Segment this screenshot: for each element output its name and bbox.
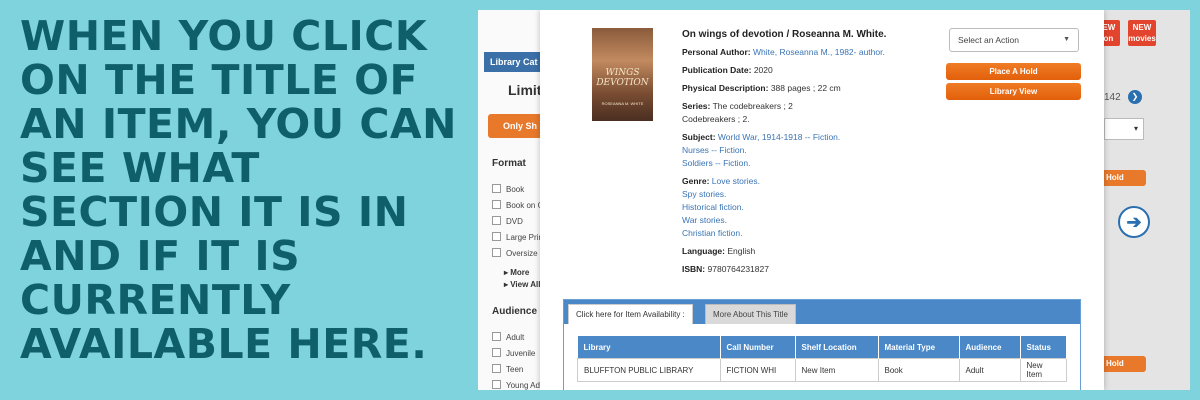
table-cell: Book — [877, 358, 960, 382]
table-cell: FICTION WHI — [719, 358, 796, 382]
tab-more-about-title[interactable]: More About This Title — [705, 304, 796, 324]
checkbox[interactable] — [492, 348, 501, 357]
place-hold-button[interactable]: Place A Hold — [946, 63, 1081, 80]
column-header: Library — [577, 336, 721, 359]
subject-link[interactable]: World War, 1914-1918 -- Fiction. — [718, 132, 840, 142]
background-sidebar: Library Cat Limit S Only Sh Format Book … — [478, 10, 555, 390]
physical-description-field: Physical Description: 388 pages ; 22 cm — [682, 83, 841, 93]
audience-heading: Audience — [492, 306, 538, 317]
table-cell: Adult — [958, 358, 1021, 382]
subject-field: Subject: World War, 1914-1918 -- Fiction… — [682, 132, 841, 168]
genre-link[interactable]: Love stories. — [712, 176, 760, 186]
select-action-dropdown[interactable]: Select an Action ▼ — [949, 28, 1079, 52]
view-all-link[interactable]: ▸ View All — [504, 280, 540, 289]
format-option[interactable]: DVD — [492, 216, 523, 226]
column-header: Shelf Location — [795, 336, 879, 359]
availability-tabs: Click here for Item Availability : More … — [564, 300, 1080, 324]
column-header: Audience — [959, 336, 1021, 359]
table-row: BLUFFTON PUBLIC LIBRARY FICTION WHI New … — [577, 358, 1067, 382]
table-cell: New Item — [1019, 358, 1067, 382]
catalog-screenshot: Library Cat Limit S Only Sh Format Book … — [478, 10, 1190, 390]
checkbox[interactable] — [492, 248, 501, 257]
table-header-row: Library Call Number Shelf Location Mater… — [577, 336, 1067, 359]
sort-select[interactable]: ▾ — [1104, 118, 1144, 140]
record-detail-modal: WINGS DEVOTION ROSEANNA M. WHITE On wings… — [540, 10, 1104, 390]
audience-option[interactable]: Young Adu — [492, 380, 544, 390]
audience-option[interactable]: Juvenile — [492, 348, 535, 358]
publication-date-field: Publication Date: 2020 — [682, 65, 773, 75]
column-header: Material Type — [878, 336, 960, 359]
format-option[interactable]: Book — [492, 184, 524, 194]
audience-option[interactable]: Teen — [492, 364, 523, 374]
genre-link[interactable]: Spy stories. — [682, 189, 726, 199]
series-field: Series: The codebreakers ; 2 Codebreakers… — [682, 101, 793, 124]
table-cell: New Item — [794, 358, 879, 382]
checkbox[interactable] — [492, 200, 501, 209]
checkbox[interactable] — [492, 380, 501, 389]
table-cell: BLUFFTON PUBLIC LIBRARY — [577, 358, 721, 382]
library-view-button[interactable]: Library View — [946, 83, 1081, 100]
library-catalog-tab[interactable]: Library Cat — [484, 52, 540, 72]
genre-link[interactable]: War stories. — [682, 215, 727, 225]
format-option[interactable]: Large Prin — [492, 232, 543, 242]
headline-text: WHEN YOU CLICK ON THE TITLE OF AN ITEM, … — [20, 12, 457, 368]
new-movies-badge[interactable]: NEW movies — [1128, 20, 1156, 46]
column-header: Status — [1020, 336, 1067, 359]
background-results — [1104, 10, 1190, 390]
place-hold-button-bg[interactable]: Hold — [1104, 170, 1146, 186]
more-link[interactable]: ▸ More — [504, 268, 529, 277]
audience-option[interactable]: Adult — [492, 332, 524, 342]
availability-table: Library Call Number Shelf Location Mater… — [577, 336, 1067, 382]
isbn-field: ISBN: 9780764231827 — [682, 264, 769, 274]
chevron-down-icon: ▼ — [1063, 36, 1070, 43]
availability-panel: Click here for Item Availability : More … — [563, 299, 1081, 390]
genre-link[interactable]: Historical fiction. — [682, 202, 744, 212]
format-option[interactable]: Oversize — [492, 248, 538, 258]
format-option[interactable]: Book on C — [492, 200, 543, 210]
checkbox[interactable] — [492, 216, 501, 225]
language-field: Language: English — [682, 246, 756, 256]
genre-link[interactable]: Christian fiction. — [682, 228, 742, 238]
book-cover-image: WINGS DEVOTION ROSEANNA M. WHITE — [592, 28, 653, 121]
checkbox[interactable] — [492, 332, 501, 341]
next-record-icon[interactable]: ➔ — [1118, 206, 1150, 238]
genre-field: Genre: Love stories. Spy stories. Historic… — [682, 176, 760, 238]
checkbox[interactable] — [492, 184, 501, 193]
place-hold-button-bg[interactable]: Hold — [1104, 356, 1146, 372]
checkbox[interactable] — [492, 364, 501, 373]
record-details: On wings of devotion / Roseanna M. White… — [682, 28, 942, 281]
book-title: On wings of devotion / Roseanna M. White… — [682, 29, 887, 40]
author-link[interactable]: White, Roseanna M., 1982- author. — [753, 47, 885, 57]
subject-link[interactable]: Soldiers -- Fiction. — [682, 158, 751, 168]
column-header: Call Number — [720, 336, 796, 359]
tab-item-availability[interactable]: Click here for Item Availability : — [568, 304, 693, 324]
subject-link[interactable]: Nurses -- Fiction. — [682, 145, 747, 155]
only-show-button[interactable]: Only Sh — [488, 114, 540, 138]
next-page-icon[interactable]: ❯ — [1128, 90, 1142, 104]
format-heading: Format — [492, 158, 526, 169]
checkbox[interactable] — [492, 232, 501, 241]
pager-count: 142 — [1104, 92, 1121, 103]
personal-author-field: Personal Author: White, Roseanna M., 198… — [682, 47, 885, 57]
